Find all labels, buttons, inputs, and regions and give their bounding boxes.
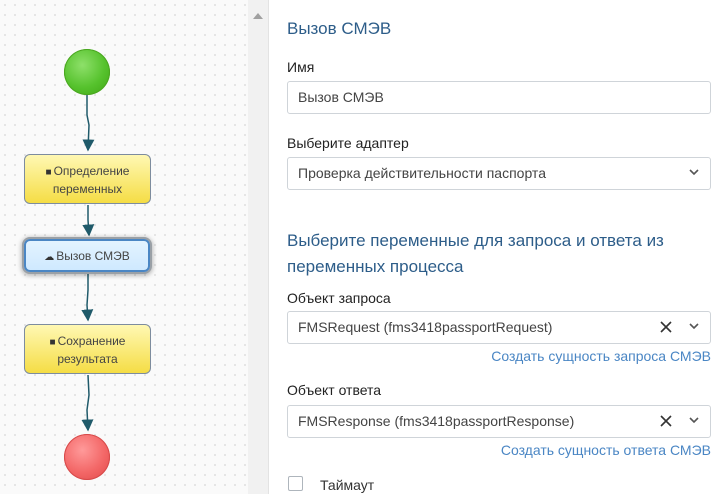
task-smev-call-selected[interactable]: ☁ Вызов СМЭВ <box>24 239 150 272</box>
vertical-scrollbar[interactable] <box>248 0 269 494</box>
edge-task2-to-task3 <box>81 273 94 322</box>
process-diagram-canvas[interactable]: ■ Определение переменных ☁ Вызов СМЭВ ■ Сох… <box>0 0 248 494</box>
request-label: Объект запроса <box>287 290 391 306</box>
edge-start-to-task1 <box>82 95 95 152</box>
name-input-value: Вызов СМЭВ <box>298 89 384 105</box>
adapter-label: Выберите адаптер <box>287 135 409 151</box>
create-request-entity-link[interactable]: Создать сущность запроса СМЭВ <box>491 348 711 364</box>
clear-icon[interactable] <box>659 320 673 334</box>
chevron-down-icon[interactable] <box>688 166 700 178</box>
panel-title: Вызов СМЭВ <box>287 19 392 38</box>
response-select[interactable]: FMSResponse (fms3418passportResponse) <box>287 405 711 438</box>
timeout-label: Таймаут <box>320 477 375 493</box>
task-save-result[interactable]: ■ Сохранение результата <box>24 324 151 374</box>
chevron-down-icon[interactable] <box>688 320 700 332</box>
start-event[interactable] <box>64 49 110 95</box>
task-label: Определение <box>53 164 130 178</box>
task-label: переменных <box>52 182 123 196</box>
scroll-up-arrow-icon[interactable] <box>253 13 263 19</box>
task-label: Вызов СМЭВ <box>56 249 130 263</box>
chevron-down-icon[interactable] <box>688 414 700 426</box>
task-label: Сохранение <box>57 334 126 348</box>
book-icon: ■ <box>49 337 56 348</box>
create-response-entity-link[interactable]: Создать сущность ответа СМЭВ <box>501 442 711 458</box>
variables-section-heading: Выберите переменные для запроса и ответа… <box>287 231 664 276</box>
name-input[interactable]: Вызов СМЭВ <box>287 81 711 114</box>
response-select-value: FMSResponse (fms3418passportResponse) <box>298 413 575 429</box>
task-label: результата <box>57 352 118 366</box>
name-label: Имя <box>287 59 315 75</box>
request-select-value: FMSRequest (fms3418passportRequest) <box>298 319 553 335</box>
cloud-upload-icon: ☁ <box>44 252 55 263</box>
edge-task1-to-task2 <box>82 205 95 237</box>
timeout-checkbox[interactable] <box>288 476 303 491</box>
clear-icon[interactable] <box>659 414 673 428</box>
book-icon: ■ <box>45 167 52 178</box>
adapter-select-value: Проверка действительности паспорта <box>298 165 546 181</box>
response-label: Объект ответа <box>287 382 382 398</box>
task-define-variables[interactable]: ■ Определение переменных <box>24 154 151 204</box>
adapter-select[interactable]: Проверка действительности паспорта <box>287 157 711 190</box>
edge-task3-to-end <box>81 374 94 432</box>
end-event[interactable] <box>64 434 110 480</box>
request-select[interactable]: FMSRequest (fms3418passportRequest) <box>287 311 711 344</box>
